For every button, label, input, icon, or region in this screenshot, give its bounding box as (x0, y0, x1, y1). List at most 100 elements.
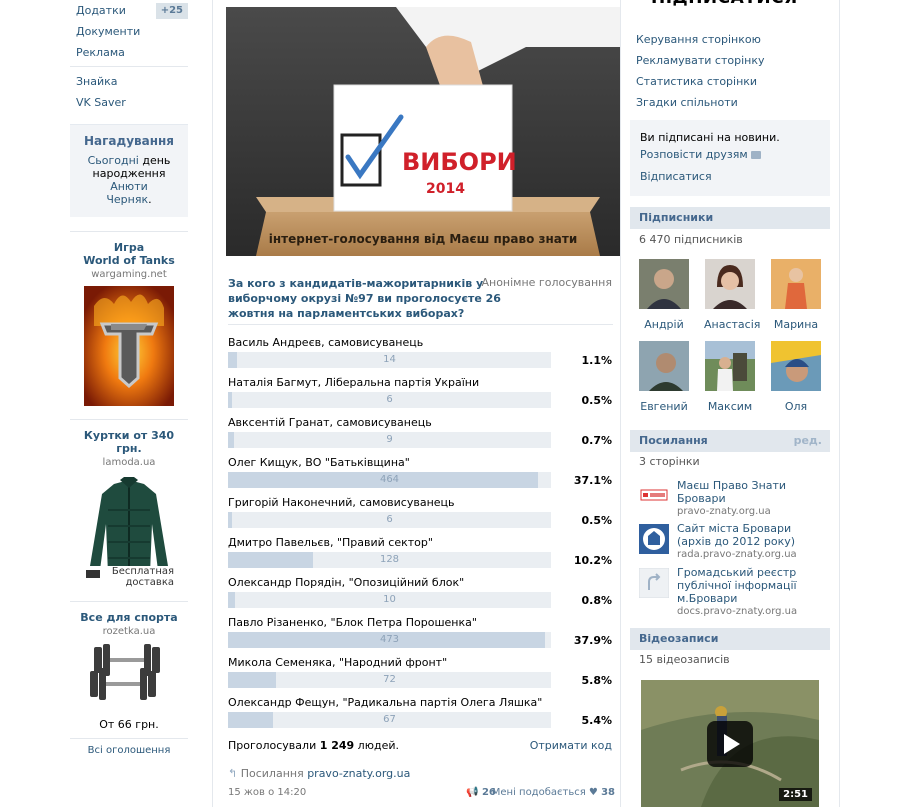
reminder-today-link[interactable]: Сьогодні (88, 154, 139, 167)
poll-option[interactable]: Авксентій Гранат, самовисуванець 9 0.7% (228, 416, 613, 456)
link-item[interactable]: Громадський реєстр публічної інформації … (639, 566, 824, 617)
avatar (639, 259, 689, 309)
ad-domain: lamoda.ua (102, 457, 156, 468)
poll-option-label: Наталія Багмут, Ліберальна партія Україн… (228, 376, 480, 389)
jacket-image: Бесплатная доставка (84, 474, 174, 594)
poll-footer: Проголосували 1 249 людей. Отримати код (228, 739, 613, 753)
nav-item-documents[interactable]: Документи (70, 21, 188, 42)
subscribe-button[interactable]: ПІДПИСАТИСЯ (651, 0, 798, 8)
play-button[interactable] (707, 721, 753, 767)
ballot-year: 2014 (426, 181, 465, 197)
ad-jackets[interactable]: Куртки от 340 грн. lamoda.ua Бесплатная … (70, 419, 188, 594)
videos-header[interactable]: Відеозаписи (630, 628, 830, 650)
video-thumbnail[interactable]: 2:51 (641, 680, 819, 807)
menu-item-mentions[interactable]: Згадки спільноти (636, 92, 764, 113)
subscriber-item[interactable]: Марина (770, 259, 822, 331)
apps-badge: +25 (155, 3, 188, 19)
subscriber-name: Андрій (644, 318, 684, 331)
subscribers-title: Підписники (639, 211, 714, 224)
ad-sport[interactable]: Все для спорта rozetka.ua От 66 грн. (70, 601, 188, 731)
poll-option-percent: 37.9% (573, 634, 612, 647)
subscribers-header[interactable]: Підписники (630, 207, 830, 229)
nav-item-znayka[interactable]: Знайка (70, 71, 188, 92)
menu-item-page-stats[interactable]: Статистика сторінки (636, 71, 764, 92)
wot-logo-image (84, 286, 174, 406)
subscriber-item[interactable]: Анастасія (704, 259, 760, 331)
poll-option[interactable]: Григорій Наконечний, самовисуванець 6 0.5% (228, 496, 613, 536)
subscriber-item[interactable]: Евгений (638, 341, 690, 413)
link-domain: docs.pravo-znaty.org.ua (677, 606, 798, 617)
poll-option-bar: 6 (228, 392, 551, 408)
post-date[interactable]: 15 жов о 14:20 (228, 787, 306, 798)
avatar (639, 341, 689, 391)
poll-option-count: 67 (383, 714, 396, 725)
voted-prefix: Проголосували (228, 739, 320, 752)
poll-option[interactable]: Дмитро Павельєв, "Правий сектор" 128 10.2% (228, 536, 613, 576)
poll-option-bar: 10 (228, 592, 551, 608)
poll-option-count: 473 (379, 634, 400, 645)
post-banner-image[interactable]: ВИБОРИ 2014 інтернет-голосування від Має… (226, 7, 620, 256)
reminder-title: Нагадування (84, 134, 174, 148)
link-arrow-icon: ↰ (228, 767, 238, 780)
nav-item-vksaver[interactable]: VK Saver (70, 92, 188, 113)
delivery-badge-line: Бесплатная (111, 566, 174, 577)
poll-option-percent: 5.8% (581, 674, 612, 687)
poll-option-label: Павло Різаненко, "Блок Петра Порошенка" (228, 616, 477, 629)
video-duration: 2:51 (779, 788, 812, 801)
ad-title: Игра (113, 241, 145, 254)
videos-title: Відеозаписи (639, 632, 719, 645)
poll-option-percent: 0.5% (581, 394, 612, 407)
post-attached-link[interactable]: ↰ Посилання pravo-znaty.org.ua (228, 767, 410, 780)
link-item[interactable]: Сайт міста Бровари (архів до 2012 року) … (639, 522, 824, 560)
links-header[interactable]: Посилання ред. (630, 430, 830, 452)
poll-option-label: Василь Андреєв, самовисуванець (228, 336, 424, 349)
tell-friends-link[interactable]: Розповісти друзям (640, 148, 820, 165)
subscriber-item[interactable]: Андрій (638, 259, 690, 331)
nav-item-ads[interactable]: Реклама (70, 42, 188, 63)
heart-icon: ♥ (588, 787, 598, 798)
poll-option-bar: 14 (228, 352, 551, 368)
left-column: Додатки +25 Документи Реклама Знайка VK … (70, 0, 188, 756)
menu-item-manage-page[interactable]: Керування сторінкою (636, 29, 764, 50)
all-ads-link[interactable]: Всі оголошення (70, 738, 188, 756)
nav-item-apps[interactable]: Додатки +25 (70, 0, 188, 21)
poll-option-bar: 6 (228, 512, 551, 528)
link-item[interactable]: Маєш Право Знати Бровари pravo-znaty.org… (639, 479, 824, 517)
poll-option[interactable]: Павло Різаненко, "Блок Петра Порошенка" 4… (228, 616, 613, 656)
avatar (771, 259, 821, 309)
unsubscribe-link[interactable]: Відписатися (640, 170, 820, 183)
nav-divider (70, 66, 188, 67)
chat-bubble-icon (751, 151, 762, 159)
links-count: 3 сторінки (639, 455, 700, 468)
poll-option[interactable]: Василь Андреєв, самовисуванець 14 1.1% (228, 336, 613, 376)
subscriber-item[interactable]: Максим (704, 341, 756, 413)
poll-option[interactable]: Олександр Фещун, "Радикальна партія Олег… (228, 696, 613, 736)
reminder-surname-link[interactable]: Черняк (106, 193, 148, 206)
videos-count[interactable]: 15 відеозаписів (639, 653, 730, 666)
poll-option-bar: 128 (228, 552, 551, 568)
poll-option-percent: 0.7% (581, 434, 612, 447)
poll-options: Василь Андреєв, самовисуванець 14 1.1% Ната… (228, 336, 613, 736)
column-divider (620, 0, 621, 807)
ad-world-of-tanks[interactable]: Игра World of Tanks wargaming.net (70, 231, 188, 409)
poll-option-label: Григорій Наконечний, самовисуванець (228, 496, 455, 509)
reminder-text: народження (92, 167, 166, 180)
get-code-link[interactable]: Отримати код (530, 739, 612, 752)
reminder-name-link[interactable]: Анюти (110, 180, 148, 193)
menu-item-advertise-page[interactable]: Рекламувати сторінку (636, 50, 764, 71)
subscription-box: Ви підписані на новини. Розповісти друзя… (630, 120, 830, 196)
poll-option[interactable]: Микола Семеняка, "Народний фронт" 72 5.8% (228, 656, 613, 696)
links-edit-link[interactable]: ред. (794, 430, 822, 452)
link-domain: rada.pravo-znaty.org.ua (677, 549, 797, 560)
poll-option[interactable]: Олег Кищук, ВО "Батьківщина" 464 37.1% (228, 456, 613, 496)
poll-option-count: 464 (379, 474, 400, 485)
subscribers-count[interactable]: 6 470 підписників (639, 233, 743, 246)
poll-voted-text: Проголосували 1 249 людей. (228, 739, 399, 752)
poll-option[interactable]: Олександр Порядін, "Опозиційний блок" 10 0… (228, 576, 613, 616)
ad-domain: rozetka.ua (102, 626, 156, 637)
poll-option[interactable]: Наталія Багмут, Ліберальна партія Україн… (228, 376, 613, 416)
like-button[interactable]: Мені подобається ♥ 38 (492, 787, 615, 798)
link-title: Громадський реєстр публічної інформації … (677, 566, 797, 605)
poll-option-label: Микола Семеняка, "Народний фронт" (228, 656, 448, 669)
subscriber-item[interactable]: Оля (770, 341, 822, 413)
